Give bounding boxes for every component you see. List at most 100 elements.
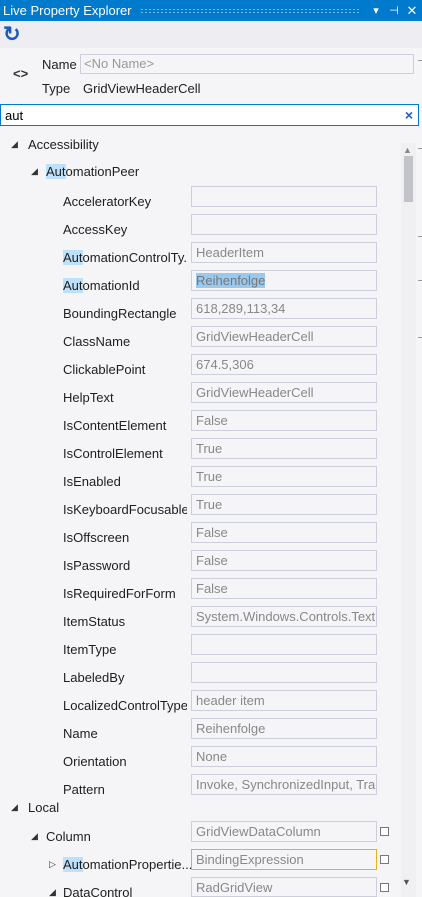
property-value[interactable]: False [191, 550, 377, 571]
property-label: IsControlElement [63, 446, 163, 461]
property-value[interactable]: GridViewHeaderCell [191, 382, 377, 403]
property-value[interactable]: True [191, 494, 377, 515]
property-name[interactable]: IsContentElement [63, 418, 187, 433]
property-value[interactable]: False [191, 522, 377, 543]
property-value[interactable]: Invoke, SynchronizedInput, Transfo [191, 774, 377, 795]
title-bar: Live Property Explorer ▾ ⊣ ✕ [0, 0, 422, 21]
property-label: omationControlTy... [82, 250, 187, 265]
node-column[interactable]: Column [46, 829, 91, 844]
selected-text: Reihenfolge [196, 273, 266, 288]
property-value[interactable]: System.Windows.Controls.TextBloc [191, 606, 377, 627]
node-automationproperties[interactable]: AutomationPropertie... [63, 857, 192, 872]
window-title: Live Property Explorer [3, 3, 132, 18]
property-name[interactable]: AutomationControlTy... [63, 250, 187, 265]
category-local[interactable]: Local [28, 800, 59, 815]
property-tree: ◢ Accessibility ◢ AutomationPeer Acceler… [0, 127, 422, 897]
property-value[interactable]: True [191, 466, 377, 487]
property-value[interactable] [191, 634, 377, 655]
expand-automationpeer-icon[interactable]: ◢ [31, 166, 38, 177]
refresh-icon[interactable]: ↻ [3, 24, 21, 45]
expand-column-icon[interactable]: ◢ [31, 831, 38, 842]
property-label: IsOffscreen [63, 530, 130, 545]
close-icon[interactable]: ✕ [404, 3, 420, 19]
property-label: ClickablePoint [63, 362, 146, 377]
property-name[interactable]: ItemType [63, 642, 187, 657]
property-name[interactable]: IsEnabled [63, 474, 187, 489]
property-label: AcceleratorKey [63, 194, 152, 209]
vertical-scrollbar[interactable] [401, 143, 416, 897]
property-name[interactable]: IsRequiredForForm [63, 586, 187, 601]
property-value[interactable]: Reihenfolge [191, 718, 377, 739]
node-automationpeer[interactable]: AutomationPeer [46, 164, 139, 179]
property-label: IsContentElement [63, 418, 167, 433]
property-label: IsKeyboardFocusable [63, 502, 187, 517]
property-value[interactable]: Reihenfolge [191, 270, 377, 291]
property-name[interactable]: ItemStatus [63, 614, 187, 629]
property-value[interactable]: GridViewHeaderCell [191, 326, 377, 347]
datacontrol-checkbox[interactable] [380, 883, 389, 892]
column-value[interactable]: GridViewDataColumn [191, 821, 377, 842]
property-name[interactable]: Name [63, 726, 187, 741]
expand-accessibility-icon[interactable]: ◢ [11, 139, 18, 150]
search-match: Aut [46, 164, 66, 179]
scroll-down-icon[interactable]: ▼ [402, 877, 411, 887]
edge-mark [418, 148, 422, 149]
property-value[interactable] [191, 214, 377, 235]
property-name[interactable]: IsPassword [63, 558, 187, 573]
expand-automationproperties-icon[interactable]: ▷ [49, 859, 56, 870]
property-value[interactable]: 618,289,113,34 [191, 298, 377, 319]
window-menu-dropdown-icon[interactable]: ▾ [368, 4, 384, 17]
type-label: Type [42, 81, 71, 96]
edge-mark [418, 280, 422, 281]
toolbar: ↻ [0, 21, 422, 48]
property-label: AccessKey [63, 222, 128, 237]
property-value[interactable] [191, 186, 377, 207]
property-value[interactable]: None [191, 746, 377, 767]
pin-icon[interactable]: ⊣ [386, 4, 402, 17]
property-label: ItemStatus [63, 614, 126, 629]
property-name[interactable]: AutomationId [63, 278, 187, 293]
node-label: omationPeer [65, 164, 140, 179]
search-box: × [0, 104, 419, 126]
property-name[interactable]: BoundingRectangle [63, 306, 187, 321]
property-value[interactable] [191, 662, 377, 683]
title-grip[interactable] [139, 7, 360, 14]
property-label: BoundingRectangle [63, 306, 177, 321]
clear-search-icon[interactable]: × [405, 107, 413, 123]
property-name[interactable]: AcceleratorKey [63, 194, 187, 209]
property-value[interactable]: True [191, 438, 377, 459]
column-checkbox[interactable] [380, 827, 389, 836]
node-datacontrol[interactable]: DataControl [63, 885, 132, 897]
property-name[interactable]: IsOffscreen [63, 530, 187, 545]
node-label: omationPropertie... [82, 857, 193, 872]
expand-datacontrol-icon[interactable]: ◢ [49, 887, 56, 897]
property-name[interactable]: ClassName [63, 334, 187, 349]
property-name[interactable]: Orientation [63, 754, 187, 769]
property-value[interactable]: 674.5,306 [191, 354, 377, 375]
scroll-up-icon[interactable]: ▲ [403, 145, 412, 155]
automationproperties-checkbox[interactable] [380, 855, 389, 864]
property-value[interactable]: HeaderItem [191, 242, 377, 263]
property-name[interactable]: LocalizedControlType [63, 698, 187, 713]
search-input[interactable] [1, 105, 381, 125]
datacontrol-value[interactable]: RadGridView [191, 877, 377, 897]
category-accessibility[interactable]: Accessibility [28, 137, 99, 152]
scroll-thumb[interactable] [404, 156, 413, 202]
property-name[interactable]: AccessKey [63, 222, 187, 237]
expand-local-icon[interactable]: ◢ [11, 802, 18, 813]
property-name[interactable]: IsKeyboardFocusable [63, 502, 187, 517]
property-label: IsPassword [63, 558, 131, 573]
property-value[interactable]: False [191, 578, 377, 599]
property-name[interactable]: HelpText [63, 390, 187, 405]
automationproperties-value[interactable]: BindingExpression [191, 849, 377, 870]
property-label: ItemType [63, 642, 117, 657]
property-label: HelpText [63, 390, 114, 405]
property-value[interactable]: False [191, 410, 377, 431]
property-name[interactable]: Pattern [63, 782, 187, 797]
property-value[interactable]: header item [191, 690, 377, 711]
edge-mark [418, 337, 422, 338]
property-name[interactable]: LabeledBy [63, 670, 187, 685]
name-field[interactable]: <No Name> [80, 54, 414, 74]
property-name[interactable]: ClickablePoint [63, 362, 187, 377]
property-name[interactable]: IsControlElement [63, 446, 187, 461]
